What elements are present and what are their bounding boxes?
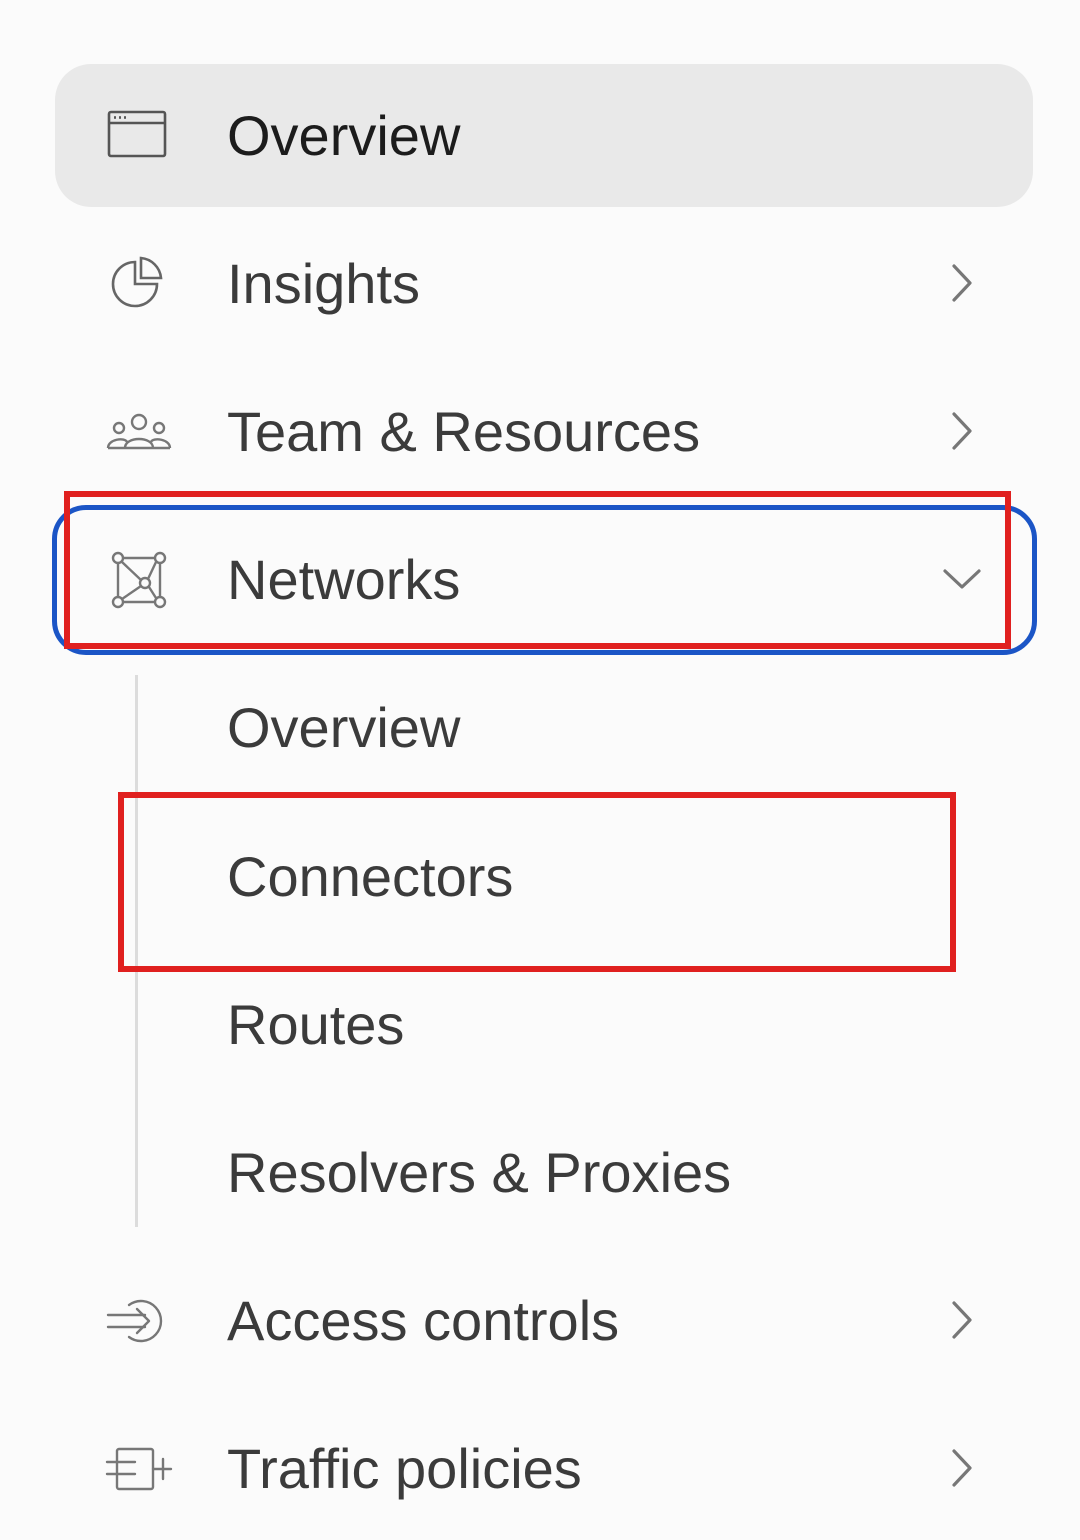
chevron-right-icon <box>937 406 987 456</box>
sidebar-item-networks[interactable]: Networks <box>55 508 1033 651</box>
sidebar-item-traffic-policies[interactable]: Traffic policies <box>55 1397 1033 1540</box>
sidebar-subitem-networks-overview[interactable]: Overview <box>150 656 980 799</box>
chevron-down-icon <box>937 554 987 604</box>
sidebar-subitem-routes[interactable]: Routes <box>150 953 980 1096</box>
sidebar-item-insights[interactable]: Insights <box>55 212 1033 355</box>
sidebar-item-label: Overview <box>227 104 461 167</box>
sidebar-subitem-connectors[interactable]: Connectors <box>150 805 980 948</box>
traffic-route-icon <box>105 1439 173 1499</box>
browser-window-icon <box>105 106 173 166</box>
users-group-icon <box>105 402 173 462</box>
sidebar-item-label: Traffic policies <box>227 1437 582 1500</box>
pie-chart-icon <box>105 254 173 314</box>
sidebar-item-access-controls[interactable]: Access controls <box>55 1249 1033 1392</box>
sidebar-subitem-label: Connectors <box>227 845 514 908</box>
submenu-guide-line <box>135 675 138 1227</box>
sign-in-arrow-icon <box>105 1291 173 1351</box>
sidebar-item-label: Networks <box>227 548 461 611</box>
sidebar-item-label: Access controls <box>227 1289 620 1352</box>
network-graph-icon <box>105 550 173 610</box>
chevron-right-icon <box>937 1443 987 1493</box>
sidebar-item-label: Team & Resources <box>227 400 701 463</box>
sidebar-subitem-label: Overview <box>227 696 461 759</box>
sidebar-item-team-resources[interactable]: Team & Resources <box>55 360 1033 503</box>
sidebar-item-label: Insights <box>227 252 420 315</box>
sidebar-subitem-resolvers-proxies[interactable]: Resolvers & Proxies <box>150 1101 980 1244</box>
sidebar-item-overview[interactable]: Overview <box>55 64 1033 207</box>
sidebar-subitem-label: Routes <box>227 993 405 1056</box>
sidebar-subitem-label: Resolvers & Proxies <box>227 1141 732 1204</box>
chevron-right-icon <box>937 1295 987 1345</box>
chevron-right-icon <box>937 258 987 308</box>
